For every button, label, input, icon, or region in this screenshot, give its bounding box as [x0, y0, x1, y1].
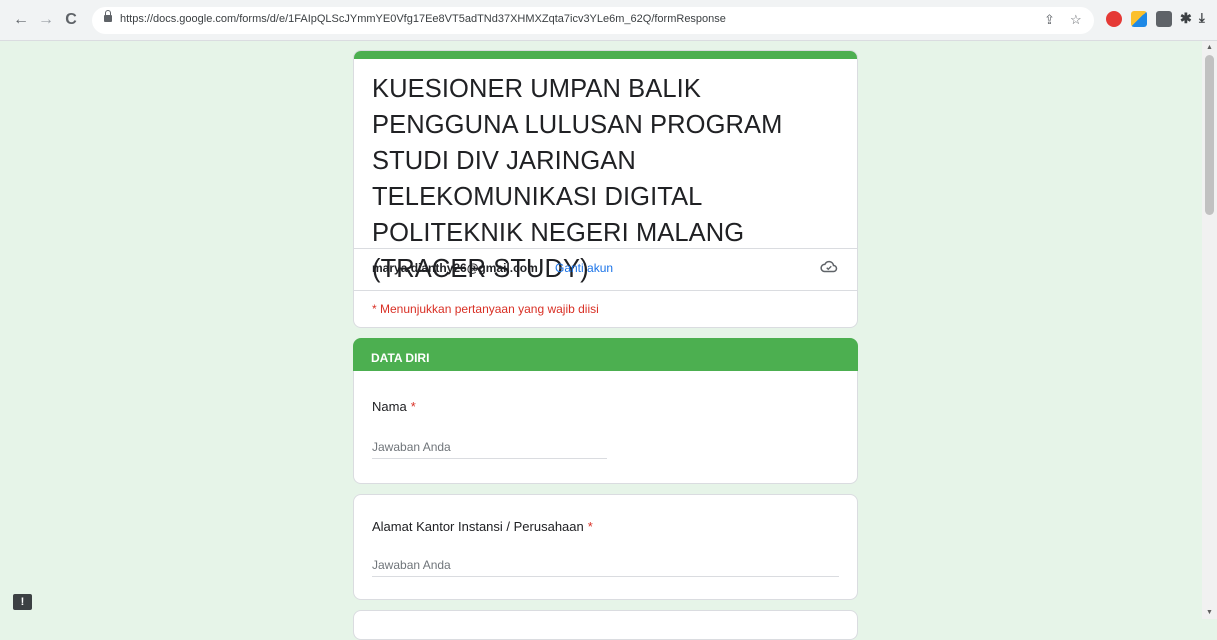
divider [354, 248, 857, 249]
question-label: Nama * [372, 399, 416, 414]
address-bar[interactable]: https://docs.google.com/forms/d/e/1FAIpQ… [92, 7, 1094, 34]
puzzle-extensions-icon[interactable]: ✱ [1180, 10, 1192, 27]
required-asterisk: * [587, 519, 593, 534]
switch-account-link[interactable]: Ganti akun [555, 261, 613, 275]
share-icon[interactable]: ⇪ [1044, 12, 1055, 28]
forward-icon[interactable]: → [35, 9, 57, 31]
scroll-down-icon[interactable]: ▼ [1206, 609, 1213, 616]
back-icon[interactable]: ← [10, 9, 32, 31]
browser-toolbar: ← → C https://docs.google.com/forms/d/e/… [0, 0, 1217, 41]
question-text: Alamat Kantor Instansi / Perusahaan [372, 519, 584, 534]
question-card-next [353, 610, 858, 640]
divider [354, 290, 857, 291]
bookmark-star-icon[interactable]: ☆ [1070, 12, 1082, 28]
title-accent-stripe [354, 51, 857, 59]
answer-input-alamat[interactable]: Jawaban Anda [372, 558, 839, 577]
section-title: DATA DIRI [371, 351, 430, 365]
page-scrollbar[interactable]: ▲ ▼ [1202, 41, 1217, 619]
question-card-nama: Nama * Jawaban Anda [353, 371, 858, 484]
screen-extension-icon[interactable] [1156, 11, 1172, 27]
adblock-extension-icon[interactable] [1106, 11, 1122, 27]
answer-input-nama[interactable]: Jawaban Anda [372, 440, 607, 459]
question-label: Alamat Kantor Instansi / Perusahaan * [372, 519, 593, 534]
question-text: Nama [372, 399, 407, 414]
form-title: KUESIONER UMPAN BALIK PENGGUNA LULUSAN P… [372, 75, 783, 283]
required-asterisk: * [410, 399, 416, 414]
url-text[interactable]: https://docs.google.com/forms/d/e/1FAIpQ… [120, 13, 726, 25]
lock-icon [104, 10, 112, 22]
download-icon[interactable]: ⤓ [1199, 10, 1205, 26]
form-title-card: KUESIONER UMPAN BALIK PENGGUNA LULUSAN P… [353, 50, 858, 328]
report-problem-button[interactable]: ! [13, 594, 32, 610]
cloud-save-icon[interactable] [820, 259, 838, 275]
question-card-alamat: Alamat Kantor Instansi / Perusahaan * Jaw… [353, 494, 858, 600]
scrollbar-thumb[interactable] [1205, 55, 1214, 215]
account-email: marya.dianthy26@gmail.com [372, 261, 538, 275]
scroll-up-icon[interactable]: ▲ [1206, 44, 1213, 51]
required-note: * Menunjukkan pertanyaan yang wajib diis… [372, 302, 599, 316]
color-extension-icon[interactable] [1131, 11, 1147, 27]
reload-icon[interactable]: C [60, 9, 82, 31]
